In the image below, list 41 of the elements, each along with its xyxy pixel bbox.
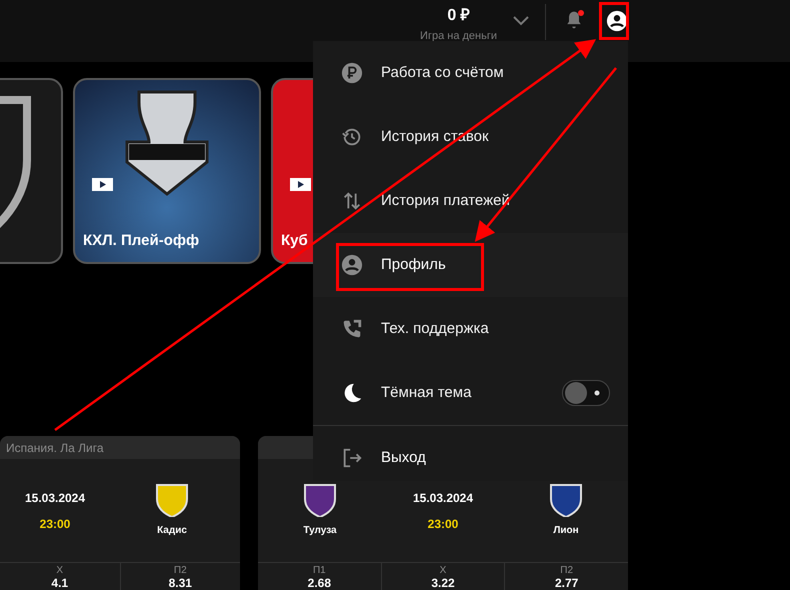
- banner-title: КХЛ. Плей-офф: [83, 230, 200, 250]
- odds-cell[interactable]: Х 3.22: [382, 563, 506, 590]
- menu-item[interactable]: Профиль: [313, 233, 628, 297]
- club-crest-icon: [547, 483, 585, 517]
- history-icon: [341, 126, 363, 148]
- menu-item[interactable]: Работа со счётом: [313, 41, 628, 105]
- transfer-arrows-icon: [341, 190, 363, 212]
- match-card[interactable]: Испания. Ла Лига 15.03.2024 23:00 Кадис Х 4.1 П2 8.31: [0, 436, 240, 590]
- team-name: Тулуза: [303, 524, 337, 538]
- banner-card[interactable]: КХЛ. Плей-офф: [73, 78, 261, 264]
- match-date: 15.03.2024: [412, 490, 474, 506]
- odds-cell[interactable]: П2 8.31: [120, 563, 240, 590]
- toggle-knob: [565, 382, 587, 404]
- phone-icon: [341, 318, 363, 340]
- banner-title: Куб: [281, 230, 308, 250]
- highlight-frame: [599, 2, 629, 40]
- balance-caption: Игра на деньги: [420, 29, 497, 44]
- odds-cell[interactable]: Х 4.1: [0, 563, 120, 590]
- exit-icon: [341, 447, 363, 469]
- match-time: 23:00: [40, 516, 70, 532]
- balance-amount: 0 ₽: [447, 6, 470, 26]
- menu-item[interactable]: Тёмная тема: [313, 361, 628, 425]
- club-crest-icon: [301, 483, 339, 517]
- team-name: Лион: [553, 524, 579, 538]
- match-time: 23:00: [428, 516, 458, 532]
- user-circle-icon[interactable]: [606, 10, 628, 32]
- theme-toggle[interactable]: [562, 380, 610, 406]
- ruble-coin-icon: [341, 62, 363, 84]
- team-name: Кадис: [157, 524, 187, 538]
- match-date: 15.03.2024: [24, 490, 86, 506]
- club-crest-icon: [153, 483, 191, 517]
- odds-cell[interactable]: П1 2.68: [258, 563, 382, 590]
- odds-cell[interactable]: П2 2.77: [505, 563, 628, 590]
- league-name: Испания. Ла Лига: [6, 440, 104, 456]
- play-icon[interactable]: [290, 178, 311, 191]
- sun-icon: [592, 388, 602, 398]
- menu-item[interactable]: История платежей: [313, 169, 628, 233]
- user-circle-icon: [341, 254, 363, 276]
- play-icon[interactable]: [92, 178, 113, 191]
- menu-item[interactable]: Тех. поддержка: [313, 297, 628, 361]
- chevron-down-icon[interactable]: [513, 16, 529, 26]
